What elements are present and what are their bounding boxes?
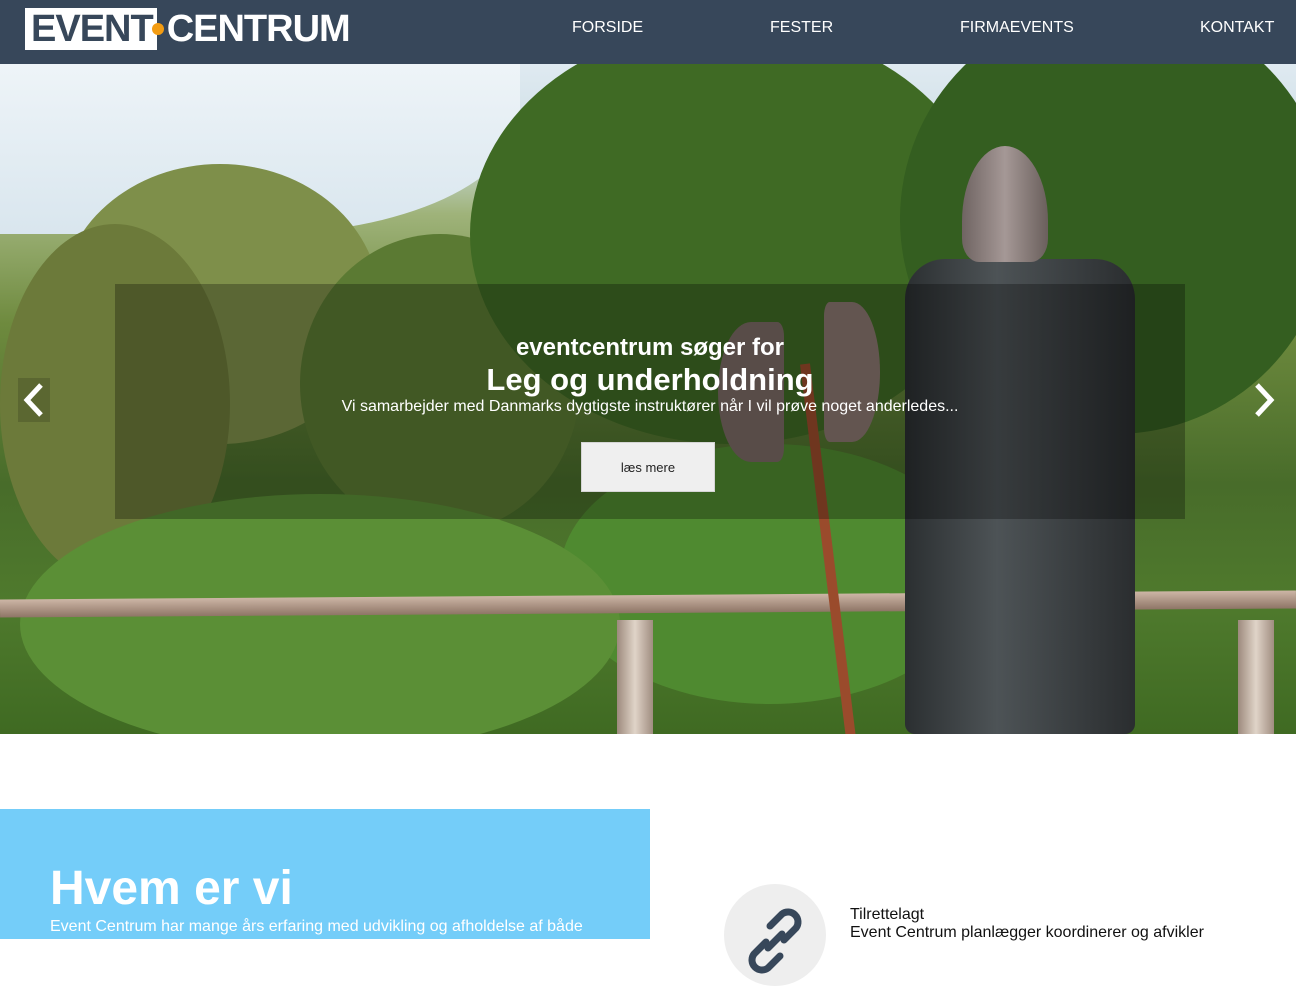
logo-right-text: CENTRUM [166, 8, 351, 50]
about-title: Hvem er vi [50, 862, 293, 915]
about-text: Event Centrum har mange års erfaring med… [50, 918, 583, 935]
carousel-next-button[interactable] [1248, 378, 1280, 422]
link-icon [748, 908, 802, 974]
site-logo[interactable]: EVENT CENTRUM [25, 8, 351, 50]
hero-caption: eventcentrum søger for Leg og underholdn… [115, 284, 1185, 519]
nav-item-firmaevents[interactable]: FIRMAEVENTS [960, 19, 1074, 37]
service-title: Tilrettelagt [850, 906, 925, 923]
service-text: Event Centrum planlægger koordinerer og … [850, 924, 1204, 941]
hero-title: Leg og underholdning [486, 362, 814, 397]
hero-carousel: eventcentrum søger for Leg og underholdn… [0, 64, 1296, 734]
hero-text: Vi samarbejder med Danmarks dygtigste in… [341, 398, 959, 415]
logo-left-text: EVENT [25, 8, 157, 50]
hero-kicker: eventcentrum søger for [515, 334, 785, 361]
chevron-right-icon [1255, 383, 1275, 417]
top-navbar: EVENT CENTRUM FORSIDE FESTER FIRMAEVENTS… [0, 0, 1296, 64]
service-icon-circle [724, 884, 826, 986]
chevron-left-icon [23, 383, 43, 417]
logo-dot [151, 23, 164, 35]
nav-item-forside[interactable]: FORSIDE [572, 19, 643, 37]
nav-item-fester[interactable]: FESTER [770, 19, 833, 37]
read-more-button[interactable]: læs mere [581, 442, 715, 492]
carousel-prev-button[interactable] [18, 378, 50, 422]
about-section: Hvem er vi Event Centrum har mange års e… [0, 809, 650, 939]
nav-item-kontakt[interactable]: KONTAKT [1200, 19, 1274, 37]
